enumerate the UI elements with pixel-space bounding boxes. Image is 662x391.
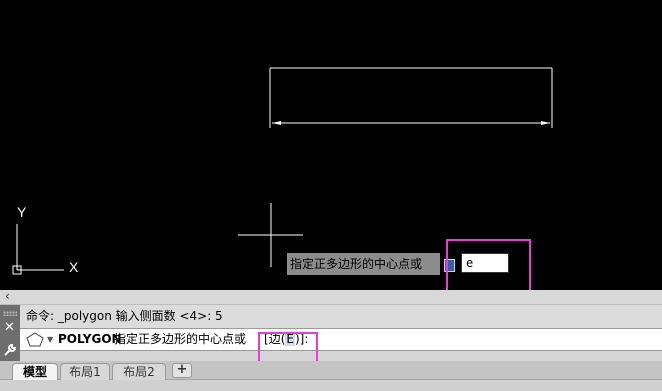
close-icon[interactable]: ✕ [4,321,15,335]
command-collapse-bar[interactable]: ‹ [0,289,662,305]
chevron-left-icon[interactable]: ‹ [5,289,10,303]
add-layout-button[interactable]: + [172,363,192,378]
polygon-icon[interactable] [26,332,44,347]
tab-layout1[interactable]: 布局1 [60,363,110,380]
tab-model[interactable]: 模型 [12,363,58,380]
dynamic-input-prompt: 指定正多边形的中心点或 [287,253,440,275]
drawing-geometry: Y X [12,67,553,275]
chevron-down-icon[interactable]: ▼ [47,329,53,350]
dimension-arrow-right [541,121,550,125]
drawing-canvas[interactable]: Y X 指定正多边形的中心点或 e [0,0,662,293]
command-window: ‹ ✕ 命令: _polygon 输入侧面数 <4>: 5 ▼ POLYGON … [0,289,662,366]
ucs-y-label: Y [17,204,27,220]
command-prompt: 指定正多边形的中心点或 [114,332,247,346]
drag-handle-icon[interactable] [3,311,17,316]
layout-tabs-bar: 模型 布局1 布局2 + [0,361,662,391]
command-input-line[interactable]: ▼ POLYGON 指定正多边形的中心点或 [边(E)]: [20,328,662,351]
tab-layout2[interactable]: 布局2 [112,363,166,380]
wrench-icon[interactable] [3,343,17,357]
ucs-x-label: X [69,259,79,275]
highlight-box-dynamic-input [446,239,531,293]
command-history-line: 命令: _polygon 输入侧面数 <4>: 5 [20,305,662,328]
ucs-icon: Y X [12,204,79,275]
command-sidebar: ✕ [0,305,20,361]
dimension-arrow-left [272,121,281,125]
command-name: POLYGON [58,332,122,346]
tab-strip: 模型 布局1 布局2 + [0,361,662,380]
